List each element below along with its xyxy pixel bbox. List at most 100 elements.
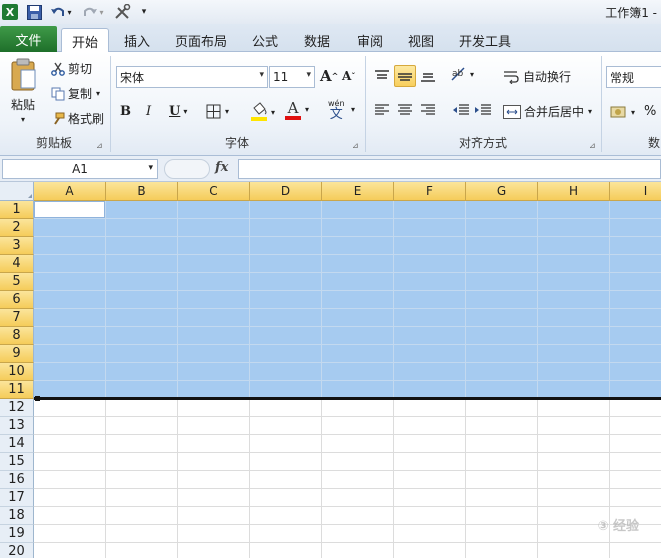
active-cell-a1[interactable] xyxy=(34,201,105,218)
undo-icon[interactable]: ▾ xyxy=(48,3,74,21)
row-header-15[interactable]: 15 xyxy=(0,453,34,471)
cell[interactable] xyxy=(250,255,322,273)
cell[interactable] xyxy=(106,525,178,543)
cell[interactable] xyxy=(250,291,322,309)
row-header-12[interactable]: 12 xyxy=(0,399,34,417)
cell[interactable] xyxy=(250,489,322,507)
cell[interactable] xyxy=(322,399,394,417)
name-box[interactable]: A1 ▾ xyxy=(2,159,158,179)
cell[interactable] xyxy=(250,345,322,363)
font-color-dropdown-icon[interactable]: ▾ xyxy=(305,105,309,114)
cell[interactable] xyxy=(322,543,394,558)
column-header-f[interactable]: F xyxy=(394,182,466,201)
row-header-19[interactable]: 19 xyxy=(0,525,34,543)
select-all-corner[interactable] xyxy=(0,182,34,201)
cell[interactable] xyxy=(466,363,538,381)
cell[interactable] xyxy=(34,507,106,525)
cell[interactable] xyxy=(394,471,466,489)
cell[interactable] xyxy=(322,255,394,273)
cell[interactable] xyxy=(250,417,322,435)
number-format-select[interactable]: 常规 xyxy=(606,66,661,88)
cell[interactable] xyxy=(466,507,538,525)
cell[interactable] xyxy=(394,435,466,453)
cell[interactable] xyxy=(394,363,466,381)
row-header-11[interactable]: 11 xyxy=(0,381,34,399)
column-header-e[interactable]: E xyxy=(322,182,394,201)
cell[interactable] xyxy=(178,291,250,309)
cell[interactable] xyxy=(178,237,250,255)
cell[interactable] xyxy=(538,291,610,309)
column-header-h[interactable]: H xyxy=(538,182,610,201)
decrease-indent-button[interactable] xyxy=(451,104,471,116)
row-header-18[interactable]: 18 xyxy=(0,507,34,525)
cell[interactable] xyxy=(466,291,538,309)
row-header-2[interactable]: 2 xyxy=(0,219,34,237)
percent-button[interactable]: % xyxy=(644,104,656,119)
phonetic-button[interactable]: wén 文 xyxy=(328,98,345,121)
cell[interactable] xyxy=(34,435,106,453)
clipboard-launcher-icon[interactable]: ⊿ xyxy=(96,141,103,150)
cell[interactable] xyxy=(394,219,466,237)
cell[interactable] xyxy=(394,489,466,507)
cell[interactable] xyxy=(34,219,106,237)
wrap-text-button[interactable]: 自动换行 xyxy=(503,68,571,85)
cell[interactable] xyxy=(610,489,661,507)
orientation-button[interactable]: ab ▾ xyxy=(450,66,474,82)
cell[interactable] xyxy=(250,453,322,471)
column-header-i[interactable]: I xyxy=(610,182,661,201)
cell[interactable] xyxy=(538,309,610,327)
cell[interactable] xyxy=(106,255,178,273)
cell[interactable] xyxy=(394,291,466,309)
cell[interactable] xyxy=(34,417,106,435)
cell[interactable] xyxy=(610,363,661,381)
cell[interactable] xyxy=(538,219,610,237)
bold-button[interactable]: B xyxy=(120,104,131,119)
row-header-8[interactable]: 8 xyxy=(0,327,34,345)
cell[interactable] xyxy=(106,291,178,309)
cell[interactable] xyxy=(250,471,322,489)
tab-file[interactable]: 文件 xyxy=(0,26,57,52)
cell[interactable] xyxy=(610,255,661,273)
cell[interactable] xyxy=(394,309,466,327)
cell[interactable] xyxy=(178,219,250,237)
cell[interactable] xyxy=(250,309,322,327)
row-header-16[interactable]: 16 xyxy=(0,471,34,489)
cell[interactable] xyxy=(322,219,394,237)
cell[interactable] xyxy=(178,417,250,435)
cell[interactable] xyxy=(178,255,250,273)
cell[interactable] xyxy=(538,237,610,255)
cell[interactable] xyxy=(322,309,394,327)
cell[interactable] xyxy=(394,525,466,543)
cell[interactable] xyxy=(394,273,466,291)
tab-review[interactable]: 审阅 xyxy=(349,28,391,52)
row-header-9[interactable]: 9 xyxy=(0,345,34,363)
cell[interactable] xyxy=(394,399,466,417)
row-header-5[interactable]: 5 xyxy=(0,273,34,291)
cell[interactable] xyxy=(322,453,394,471)
cell[interactable] xyxy=(610,453,661,471)
fill-handle[interactable] xyxy=(35,396,40,401)
cell[interactable] xyxy=(34,345,106,363)
cell[interactable] xyxy=(34,237,106,255)
cell[interactable] xyxy=(610,309,661,327)
cell[interactable] xyxy=(466,345,538,363)
cell[interactable] xyxy=(538,345,610,363)
cell[interactable] xyxy=(178,435,250,453)
cell[interactable] xyxy=(466,525,538,543)
cell[interactable] xyxy=(466,273,538,291)
cell[interactable] xyxy=(466,453,538,471)
cell[interactable] xyxy=(610,345,661,363)
row-header-20[interactable]: 20 xyxy=(0,543,34,558)
row-header-4[interactable]: 4 xyxy=(0,255,34,273)
cell[interactable] xyxy=(250,219,322,237)
cell[interactable] xyxy=(466,201,538,219)
align-center-button[interactable] xyxy=(395,104,415,116)
cell[interactable] xyxy=(34,327,106,345)
cell[interactable] xyxy=(466,219,538,237)
underline-button[interactable]: U ▾ xyxy=(169,104,187,119)
cell[interactable] xyxy=(394,453,466,471)
column-header-d[interactable]: D xyxy=(250,182,322,201)
row-header-10[interactable]: 10 xyxy=(0,363,34,381)
align-bottom-button[interactable] xyxy=(418,66,438,86)
cell[interactable] xyxy=(538,453,610,471)
